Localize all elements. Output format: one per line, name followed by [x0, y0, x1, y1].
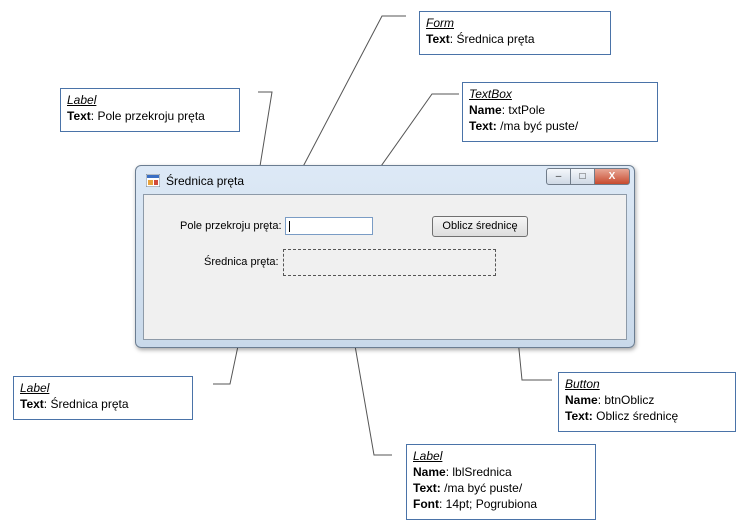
- callout-value: : lblSrednica: [445, 465, 512, 479]
- callout-key: Text:: [565, 409, 593, 423]
- callout-value: : txtPole: [501, 103, 546, 117]
- callout-key: Text: [67, 109, 91, 123]
- callout-type: Form: [426, 16, 454, 30]
- txtpole-input[interactable]: [285, 217, 373, 235]
- oblicz-button[interactable]: Oblicz średnicę: [432, 216, 528, 237]
- lblsrednica-result: [283, 249, 496, 276]
- callout-value: : Średnica pręta: [43, 397, 129, 411]
- form-window: Średnica pręta – □ X Pole przekroju pręt…: [135, 165, 635, 348]
- callout-value: Oblicz średnicę: [592, 409, 679, 423]
- callout-type: Label: [20, 381, 50, 395]
- callout-value: : btnOblicz: [597, 393, 655, 407]
- callout-button: Button Name: btnOblicz Text: Oblicz śred…: [558, 372, 736, 432]
- callout-type: Label: [67, 93, 97, 107]
- callout-key: Text: [426, 32, 450, 46]
- callout-value: : 14pt; Pogrubiona: [439, 497, 538, 511]
- callout-label-result: Label Name: lblSrednica Text: /ma być pu…: [406, 444, 596, 520]
- text-caret: [289, 221, 290, 232]
- label-pole: Pole przekroju pręta:: [180, 220, 282, 232]
- label-srednica: Średnica pręta:: [204, 256, 279, 268]
- callout-label-srednica: Label Text: Średnica pręta: [13, 376, 193, 420]
- callout-label-pole: Label Text: Pole przekroju pręta: [60, 88, 240, 132]
- callout-form: Form Text: Średnica pręta: [419, 11, 611, 55]
- callout-key: Name: [565, 393, 598, 407]
- maximize-button[interactable]: □: [570, 168, 595, 185]
- callout-type: Label: [413, 449, 443, 463]
- callout-key: Name: [469, 103, 502, 117]
- callout-textbox: TextBox Name: txtPole Text: /ma być pust…: [462, 82, 658, 142]
- window-titlebar[interactable]: Średnica pręta – □ X: [136, 166, 634, 194]
- connector-form: [295, 15, 406, 181]
- callout-value: /ma być puste/: [440, 481, 523, 495]
- callout-value: : Średnica pręta: [449, 32, 535, 46]
- callout-value: : Pole przekroju pręta: [90, 109, 205, 123]
- callout-type: TextBox: [469, 87, 512, 101]
- callout-key: Name: [413, 465, 446, 479]
- callout-key: Text:: [469, 119, 497, 133]
- callout-type: Button: [565, 377, 600, 391]
- app-icon: [146, 174, 160, 187]
- callout-key: Text: [20, 397, 44, 411]
- callout-key: Font: [413, 497, 439, 511]
- close-button[interactable]: X: [594, 168, 630, 185]
- window-title: Średnica pręta: [166, 174, 245, 188]
- callout-key: Text:: [413, 481, 441, 495]
- minimize-button[interactable]: –: [546, 168, 571, 185]
- callout-value: /ma być puste/: [496, 119, 579, 133]
- window-client-area: Pole przekroju pręta: Oblicz średnicę Śr…: [143, 194, 627, 340]
